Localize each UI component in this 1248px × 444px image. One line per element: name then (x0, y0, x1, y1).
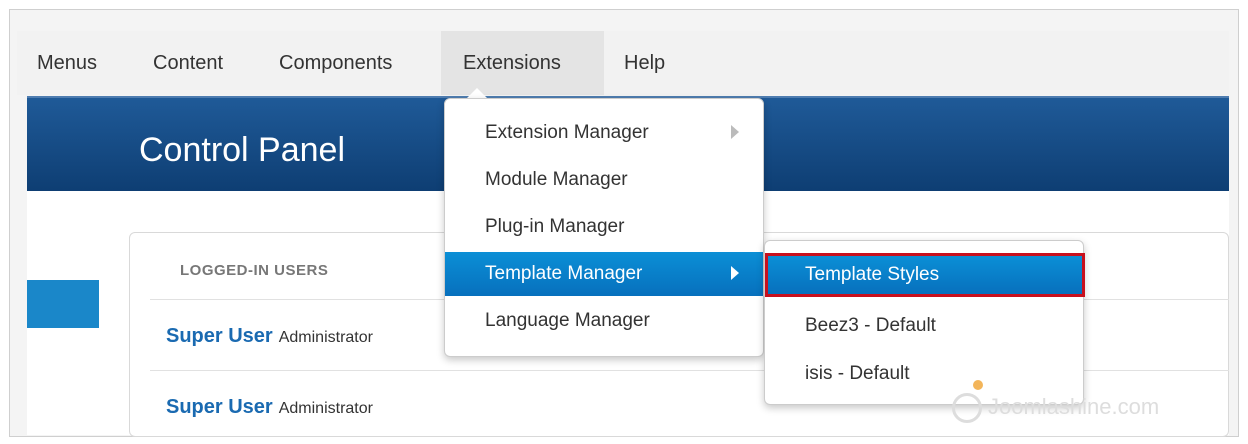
submenu-item-isis-default[interactable]: isis - Default (765, 352, 1083, 396)
nav-content[interactable]: Content (153, 31, 223, 95)
menu-item-label: Language Manager (485, 310, 650, 331)
template-manager-submenu: Template Styles Beez3 - Default isis - D… (764, 240, 1085, 405)
watermark-text: Joomlashine.com (988, 393, 1160, 419)
nav-help[interactable]: Help (624, 31, 665, 95)
menu-item-extension-manager[interactable]: Extension Manager (445, 111, 763, 155)
page-title: Control Panel (139, 131, 346, 169)
menu-item-module-manager[interactable]: Module Manager (445, 158, 763, 202)
user-role: Administrator (278, 329, 373, 346)
menu-item-label: Plug-in Manager (485, 216, 625, 237)
menu-item-language-manager[interactable]: Language Manager (445, 299, 763, 343)
menu-item-label: Template Manager (485, 263, 643, 284)
user-role: Administrator (278, 400, 373, 417)
chevron-right-icon (731, 125, 739, 139)
menu-item-plugin-manager[interactable]: Plug-in Manager (445, 205, 763, 249)
chevron-right-icon (731, 266, 739, 280)
user-name-link[interactable]: Super User (166, 396, 273, 418)
watermark: Joomlashine.com (952, 380, 1160, 423)
nav-components[interactable]: Components (279, 31, 392, 95)
extensions-dropdown-menu: Extension Manager Module Manager Plug-in… (444, 98, 764, 357)
user-name-link[interactable]: Super User (166, 325, 273, 347)
menu-item-label: Module Manager (485, 169, 628, 190)
user-row: Super User Administrator (166, 325, 373, 348)
menu-item-template-manager[interactable]: Template Manager (445, 252, 763, 296)
submenu-item-template-styles[interactable]: Template Styles (765, 253, 1085, 297)
nav-menus[interactable]: Menus (37, 31, 97, 95)
sidebar-tab[interactable] (27, 280, 99, 328)
panel-heading: LOGGED-IN USERS (180, 262, 329, 279)
menu-item-label: Extension Manager (485, 122, 649, 143)
submenu-item-beez3-default[interactable]: Beez3 - Default (765, 304, 1083, 348)
top-navbar: Menus Content Components Extensions Help (17, 31, 1229, 95)
user-row: Super User Administrator (166, 396, 373, 419)
nav-extensions[interactable]: Extensions (441, 31, 604, 95)
joomlashine-logo-icon (952, 380, 983, 423)
